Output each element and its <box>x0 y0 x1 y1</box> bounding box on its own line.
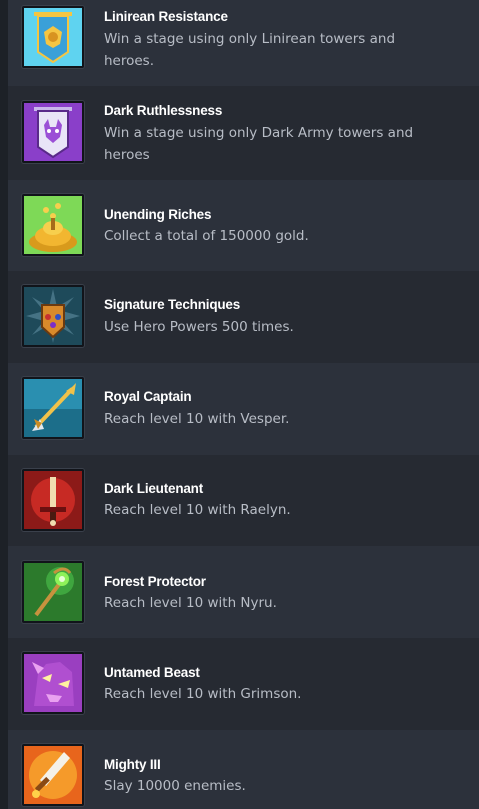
beast-portrait-icon <box>22 652 84 714</box>
achievement-title: Mighty III <box>104 757 161 772</box>
achievement-description: Reach level 10 with Nyru. <box>104 595 277 611</box>
achievement-description: Win a stage using only Dark Army towers … <box>104 125 414 163</box>
achievement-row: Dark Ruthlessness Win a stage using only… <box>8 86 479 180</box>
linirean-banner-icon <box>22 6 84 68</box>
dark-sword-icon <box>22 469 84 531</box>
achievement-list: Linirean Resistance Win a stage using on… <box>8 0 479 809</box>
achievement-description: Reach level 10 with Vesper. <box>104 411 290 427</box>
achievement-row: Untamed Beast Reach level 10 with Grimso… <box>8 638 479 730</box>
power-gauntlet-icon <box>22 285 84 347</box>
golden-arrow-icon <box>22 377 84 439</box>
achievement-description: Win a stage using only Linirean towers a… <box>104 31 396 69</box>
dark-army-banner-icon <box>22 101 84 163</box>
achievement-row: Dark Lieutenant Reach level 10 with Rael… <box>8 455 479 546</box>
achievement-title: Royal Captain <box>104 389 192 404</box>
forest-staff-icon <box>22 561 84 623</box>
achievement-title: Untamed Beast <box>104 665 200 680</box>
achievement-description: Use Hero Powers 500 times. <box>104 319 294 335</box>
achievement-description: Reach level 10 with Grimson. <box>104 686 302 702</box>
achievement-title: Unending Riches <box>104 207 212 222</box>
achievement-title: Dark Lieutenant <box>104 481 204 496</box>
achievement-title: Signature Techniques <box>104 297 241 312</box>
achievement-row: Mighty III Slay 10000 enemies. <box>8 730 479 809</box>
achievement-description: Reach level 10 with Raelyn. <box>104 502 291 518</box>
achievement-title: Dark Ruthlessness <box>104 103 223 118</box>
achievement-row: Unending Riches Collect a total of 15000… <box>8 180 479 271</box>
achievement-description: Collect a total of 150000 gold. <box>104 228 309 244</box>
achievement-row: Forest Protector Reach level 10 with Nyr… <box>8 546 479 638</box>
flaming-sword-icon <box>22 744 84 806</box>
achievement-description: Slay 10000 enemies. <box>104 778 246 794</box>
gold-pile-icon <box>22 194 84 256</box>
achievement-title: Forest Protector <box>104 574 206 589</box>
achievement-title: Linirean Resistance <box>104 9 228 24</box>
achievement-row: Linirean Resistance Win a stage using on… <box>8 0 479 86</box>
achievement-row: Signature Techniques Use Hero Powers 500… <box>8 271 479 363</box>
achievement-row: Royal Captain Reach level 10 with Vesper… <box>8 363 479 455</box>
